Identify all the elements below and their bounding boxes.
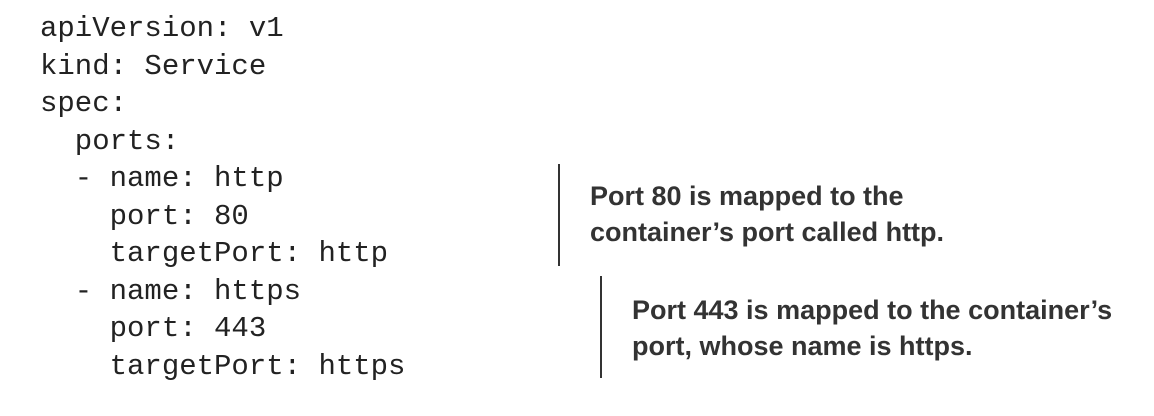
code-line-https-port: port: 443 [40, 312, 267, 345]
annotation-http-line-1: Port 80 is mapped to the [590, 181, 904, 211]
annotation-http-line-2: container’s port called http. [590, 217, 945, 247]
code-line-http-targetport: targetPort: http [40, 237, 389, 270]
code-line-https-targetport: targetPort: https [40, 349, 406, 383]
code-line-http-name: - name: http [40, 162, 284, 195]
annotation-divider-https [600, 276, 602, 378]
code-line-spec: spec: [40, 87, 128, 120]
code-line-ports: ports: [40, 124, 180, 158]
code-line-http-port: port: 80 [40, 199, 249, 233]
code-line-https-name: - name: https [40, 274, 302, 308]
annotation-divider-http [558, 164, 560, 266]
annotation-https-port: Port 443 is mapped to the container’s po… [632, 292, 1112, 364]
annotation-https-line-1: Port 443 is mapped to the container’s [632, 295, 1113, 325]
yaml-code-block: apiVersion: v1 kind: Service spec: ports… [40, 10, 405, 385]
code-line-kind: kind: Service [40, 49, 267, 83]
annotation-http-port: Port 80 is mapped to the container’s por… [590, 178, 944, 250]
code-line-apiversion: apiVersion: v1 [40, 12, 284, 45]
annotation-https-line-2: port, whose name is https. [632, 331, 973, 361]
